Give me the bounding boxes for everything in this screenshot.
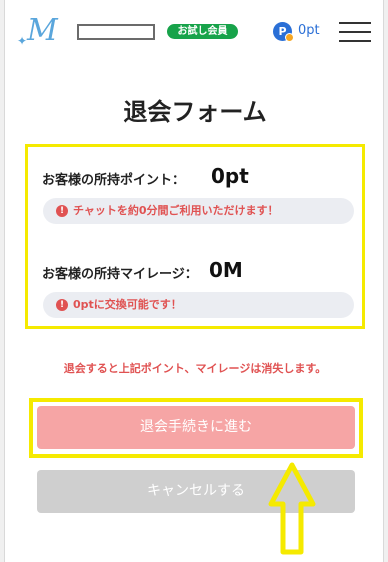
page-title: 退会フォーム — [123, 98, 267, 126]
header: ✦ M お試し会員 P 0pt — [5, 0, 383, 64]
mileage-notice: ! 0ptに交換可能です！ — [43, 292, 354, 318]
menu-line — [339, 40, 371, 42]
site-logo[interactable]: ✦ M — [17, 13, 69, 49]
username-redacted — [77, 24, 155, 40]
menu-line — [339, 31, 371, 33]
up-arrow-icon — [268, 462, 316, 555]
loss-warning: 退会すると上記ポイント、マイレージは消失します。 — [63, 362, 327, 375]
points-notice: ! チャットを約0分間ご利用いただけます！ — [43, 198, 354, 224]
menu-line — [339, 22, 371, 24]
points-value: 0pt — [211, 164, 249, 188]
mileage-notice-text: 0ptに交換可能です！ — [73, 298, 182, 311]
points-coin-dot — [285, 33, 294, 42]
mileage-value: 0M — [209, 258, 243, 282]
logo-letter: M — [27, 13, 58, 48]
points-balance: 0pt — [298, 23, 320, 38]
member-status-badge: お試し会員 — [167, 24, 238, 39]
points-icon: P — [273, 22, 294, 42]
points-notice-text: チャットを約0分間ご利用いただけます！ — [73, 204, 279, 217]
points-label: お客様の所持ポイント： — [42, 173, 186, 188]
alert-icon: ! — [56, 205, 68, 217]
balance-info-box: お客様の所持ポイント： 0pt ! チャットを約0分間ご利用いただけます！ お客… — [25, 144, 365, 329]
alert-icon: ! — [56, 299, 68, 311]
proceed-withdrawal-button[interactable]: 退会手続きに進む — [37, 406, 355, 449]
sparkle-icon: ✦ — [17, 34, 28, 48]
mileage-label: お客様の所持マイレージ： — [42, 267, 198, 282]
hamburger-menu-icon[interactable] — [339, 21, 371, 43]
page: ✦ M お試し会員 P 0pt 退会フォーム お客様の所持ポイント： 0pt !… — [4, 0, 384, 562]
